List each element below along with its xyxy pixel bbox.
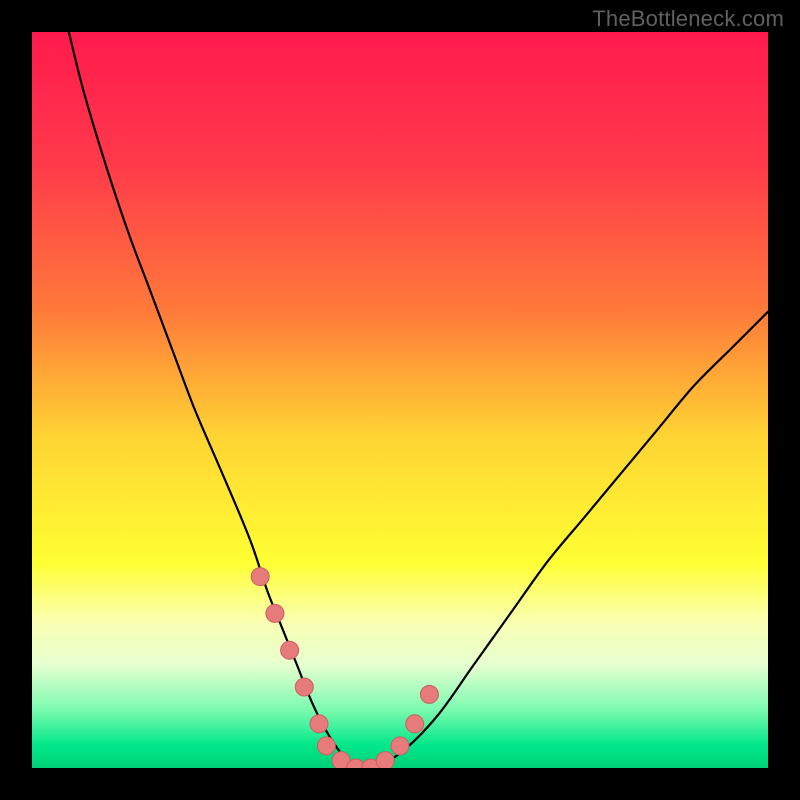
gradient-background	[32, 32, 768, 768]
marker-point	[376, 752, 394, 768]
marker-point	[251, 568, 269, 586]
marker-point	[310, 715, 328, 733]
watermark-text: TheBottleneck.com	[592, 6, 784, 32]
marker-point	[295, 678, 313, 696]
plot-area	[32, 32, 768, 768]
marker-point	[266, 604, 284, 622]
marker-point	[420, 685, 438, 703]
chart-svg	[32, 32, 768, 768]
marker-point	[281, 641, 299, 659]
marker-point	[317, 737, 335, 755]
chart-frame: TheBottleneck.com	[0, 0, 800, 800]
marker-point	[406, 715, 424, 733]
marker-point	[391, 737, 409, 755]
